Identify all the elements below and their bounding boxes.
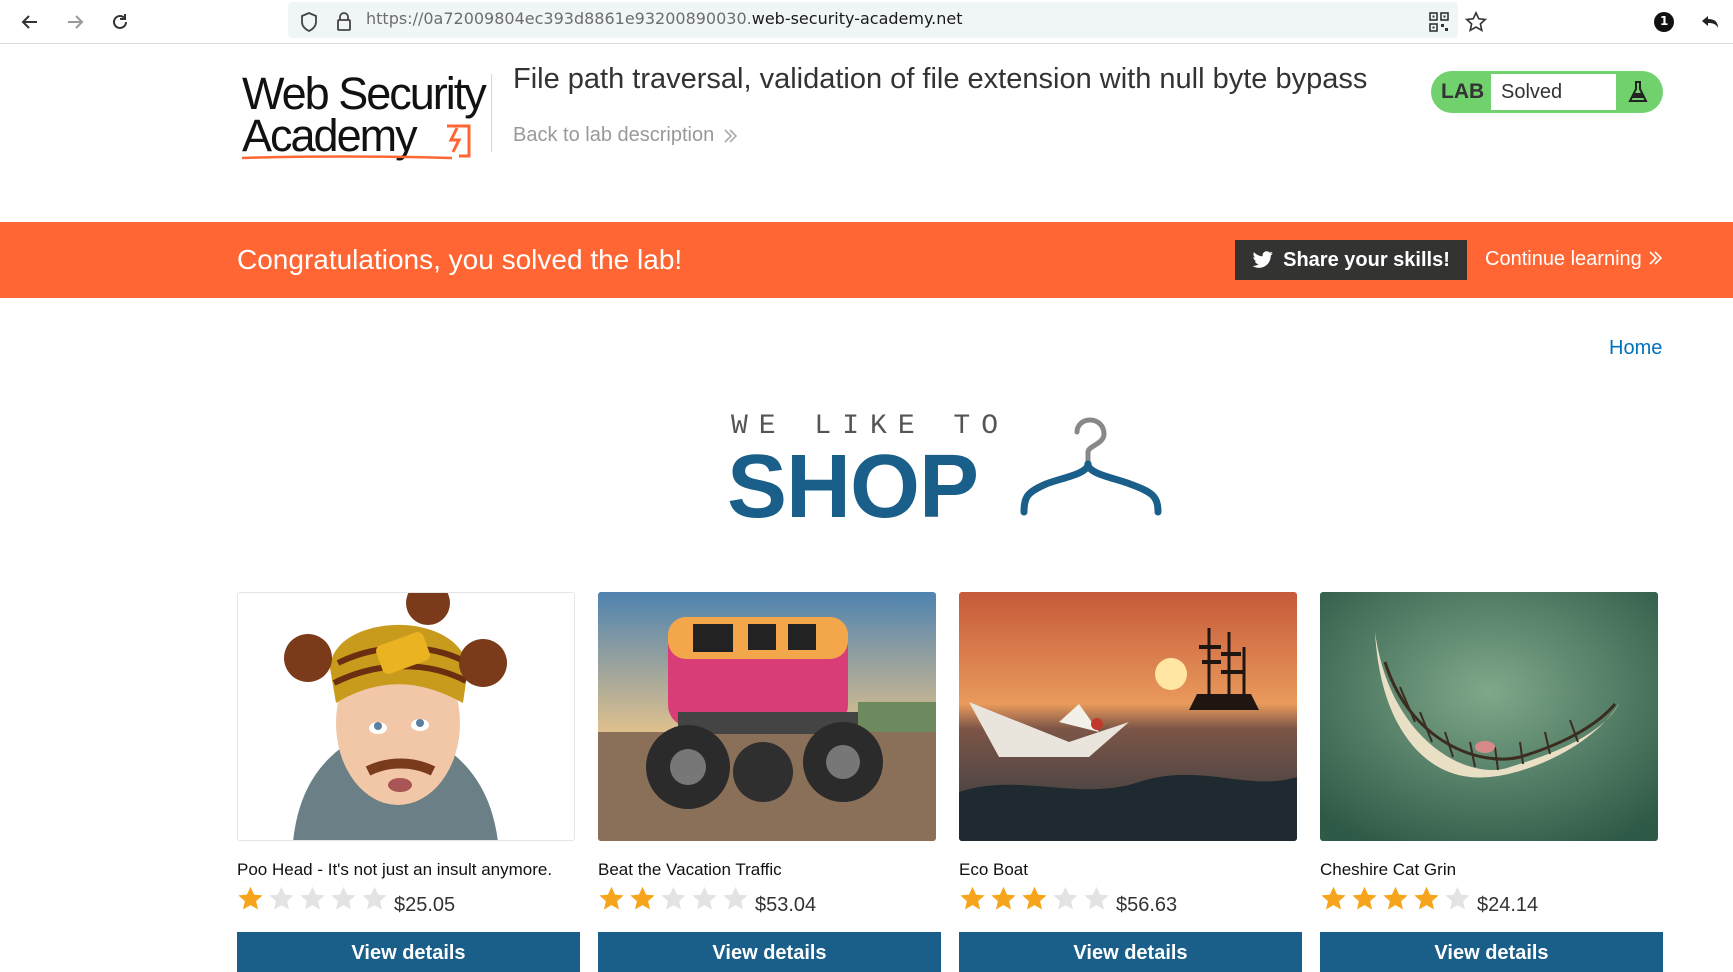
notification-badge-icon[interactable]: 1 [1648,6,1680,38]
star-rating [237,885,388,912]
star-filled-icon [991,886,1016,910]
lab-status-badge: LAB Solved [1431,71,1663,113]
url-text[interactable]: https://0a72009804ec393d8861e93200890030… [366,9,963,28]
home-link[interactable]: Home [1609,337,1662,360]
notification-count: 1 [1660,14,1669,28]
product-name: Beat the Vacation Traffic [598,860,782,879]
browser-toolbar: https://0a72009804ec393d8861e93200890030… [0,0,1733,44]
product-name: Poo Head - It's not just an insult anymo… [237,860,553,879]
back-to-lab-description-link[interactable]: Back to lab description [513,124,738,147]
web-security-academy-logo[interactable]: Web Security Academy [238,68,498,163]
star-filled-icon [1022,886,1047,910]
lab-title: File path traversal, validation of file … [513,63,1368,95]
view-details-button[interactable]: View details [598,932,941,972]
lab-status-box: Solved [1491,74,1616,110]
logo-underline-icon [241,155,453,160]
star-empty-icon [692,886,717,910]
flask-icon [1628,81,1648,102]
congratulations-message: Congratulations, you solved the lab! [237,244,683,275]
product-name: Eco Boat [959,860,1028,879]
lab-tag: LAB [1441,80,1485,103]
star-rating [1320,885,1471,912]
hanger-icon [1020,417,1162,516]
lab-solved-banner: Congratulations, you solved the lab! Sha… [0,222,1733,298]
star-filled-icon [630,886,655,910]
double-chevron-right-icon [1649,251,1663,265]
star-filled-icon [1321,886,1346,910]
share-skills-label: Share your skills! [1283,248,1450,271]
reload-icon[interactable] [104,6,136,38]
star-filled-icon [960,886,985,910]
product-price: $25.05 [394,894,456,916]
star-empty-icon [269,886,294,910]
view-details-button[interactable]: View details [959,932,1302,972]
product-price: $24.14 [1477,894,1539,916]
back-arrow-icon[interactable] [14,6,46,38]
product-name: Cheshire Cat Grin [1320,860,1457,879]
qr-code-icon[interactable] [1423,6,1455,38]
star-filled-icon [1414,886,1439,910]
continue-learning-label: Continue learning [1485,248,1642,270]
star-empty-icon [661,886,686,910]
star-rating [959,885,1110,912]
star-empty-icon [331,886,356,910]
star-filled-icon [1352,886,1377,910]
star-empty-icon [1053,886,1078,910]
forward-arrow-icon[interactable] [59,6,91,38]
view-details-button[interactable]: View details [237,932,580,972]
share-skills-button[interactable]: Share your skills! [1235,240,1467,280]
star-filled-icon [238,886,263,910]
lock-icon[interactable] [328,6,360,38]
product-image-eco-boat [959,592,1297,841]
shield-icon[interactable] [293,6,325,38]
back-link-label: Back to lab description [513,124,715,146]
star-filled-icon [599,886,624,910]
product-price: $56.63 [1116,894,1178,916]
double-chevron-right-icon [724,128,738,143]
reply-arrow-icon[interactable] [1694,6,1726,38]
star-empty-icon [1084,886,1109,910]
shop-title: SHOP [727,437,979,537]
star-rating [598,885,749,912]
url-prefix: https://0a72009804ec393d8861e93200890030… [366,9,752,28]
star-filled-icon [1383,886,1408,910]
header-divider [491,74,492,152]
lab-status-text: Solved [1501,81,1563,103]
product-image-vacation-traffic [598,592,936,841]
product-price: $53.04 [755,894,817,916]
twitter-icon [1252,251,1274,268]
star-empty-icon [362,886,387,910]
star-empty-icon [300,886,325,910]
continue-learning-link[interactable]: Continue learning [1485,248,1663,271]
url-host: web-security-academy.net [751,9,963,28]
bookmark-star-icon[interactable] [1460,6,1492,38]
view-details-button[interactable]: View details [1320,932,1663,972]
star-empty-icon [1445,886,1470,910]
product-image-poo-head [237,592,575,841]
star-empty-icon [723,886,748,910]
product-image-cheshire-cat-grin [1320,592,1658,841]
